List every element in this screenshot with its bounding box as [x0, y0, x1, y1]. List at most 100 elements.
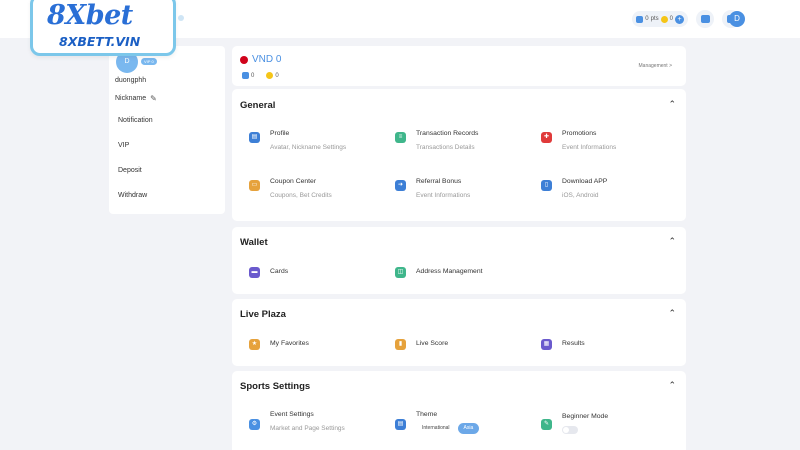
user-avatar-button[interactable]: D — [729, 11, 745, 27]
settings-icon: ⚙ — [249, 419, 260, 430]
item-title: Cards — [270, 268, 289, 275]
nickname-row[interactable]: Nickname ✎ — [115, 94, 157, 103]
logo-text: 8Xbet — [47, 0, 133, 31]
item-title: Referral Bonus — [416, 178, 462, 185]
stat-points-value: 0 — [251, 72, 255, 79]
balance-pill[interactable]: 0 pts 0 + — [632, 11, 688, 27]
chevron-up-icon[interactable]: ⌃ — [668, 380, 676, 391]
item-title: Download APP — [562, 178, 608, 185]
sidebar-item-vip[interactable]: VIP — [118, 142, 129, 149]
profile-icon: ▤ — [249, 132, 260, 143]
sidebar-item-withdraw[interactable]: Withdraw — [118, 192, 147, 199]
coin-icon — [660, 15, 668, 23]
live-plaza-section: Live Plaza ⌃ ★ My Favorites ▮ Live Score… — [232, 299, 686, 366]
balance-card: VND 0 0 0 Management > — [232, 46, 686, 86]
item-title: Event Settings — [270, 411, 314, 418]
item-subtitle: Transactions Details — [416, 144, 475, 151]
item-subtitle: iOS, Android — [562, 192, 599, 199]
beginner-mode-toggle[interactable] — [562, 426, 578, 434]
logo-decoration — [178, 15, 184, 21]
account-sidebar: D VIP 0 duongphh Nickname ✎ Notification… — [109, 46, 225, 214]
phone-icon: ▯ — [541, 180, 552, 191]
item-title: Results — [562, 340, 585, 347]
add-funds-icon[interactable]: + — [675, 14, 684, 24]
chart-icon: ▮ — [395, 339, 406, 350]
theme-option-international[interactable]: International — [416, 423, 456, 434]
section-title-wallet: Wallet — [240, 237, 268, 248]
section-title-live-plaza: Live Plaza — [240, 309, 286, 320]
profile-item[interactable]: ▤ Profile Avatar, Nickname Settings — [249, 130, 346, 151]
item-title: Beginner Mode — [562, 413, 609, 420]
points-icon — [636, 15, 644, 23]
address-icon: ◫ — [395, 267, 406, 278]
vip-badge: VIP 0 — [141, 58, 157, 65]
theme-item: ▤ Theme International Asia — [395, 411, 480, 434]
download-app-item[interactable]: ▯ Download APP iOS, Android — [541, 178, 607, 199]
item-title: Address Management — [416, 268, 483, 275]
brand-logo[interactable]: 8Xbet 8XBETT.VIN — [30, 0, 176, 56]
coupon-center-item[interactable]: ▭ Coupon Center Coupons, Bet Credits — [249, 178, 332, 199]
records-icon: ≡ — [395, 132, 406, 143]
theme-option-asia[interactable]: Asia — [457, 423, 480, 434]
results-item[interactable]: ▦ Results — [541, 337, 585, 350]
stat-points: 0 — [242, 72, 254, 79]
logo-subtext: 8XBETT.VIN — [59, 34, 141, 49]
cards-item[interactable]: ▬ Cards — [249, 265, 288, 278]
beginner-mode-item: ✎ Beginner Mode — [541, 413, 608, 434]
coin-value: 0 — [669, 16, 673, 22]
item-title: Profile — [270, 130, 290, 137]
wallet-top-button[interactable] — [696, 10, 714, 28]
item-title: My Favorites — [270, 340, 309, 347]
small-stats: 0 0 — [242, 72, 279, 79]
nickname-label: Nickname — [115, 95, 147, 102]
coupon-icon: ▭ — [249, 180, 260, 191]
item-title: Theme — [416, 411, 438, 418]
item-subtitle: Avatar, Nickname Settings — [270, 144, 347, 151]
edit-pencil-icon[interactable]: ✎ — [150, 94, 157, 103]
item-subtitle: Event Informations — [562, 144, 617, 151]
section-title-sports-settings: Sports Settings — [240, 381, 311, 392]
coin-small-icon — [266, 72, 274, 79]
my-favorites-item[interactable]: ★ My Favorites — [249, 337, 309, 350]
card-icon: ▬ — [249, 267, 260, 278]
sidebar-item-notification[interactable]: Notification — [118, 117, 153, 124]
stat-coins-value: 0 — [275, 72, 279, 79]
live-score-item[interactable]: ▮ Live Score — [395, 337, 448, 350]
gift-icon: ✚ — [541, 132, 552, 143]
item-subtitle: Market and Page Settings — [270, 425, 345, 432]
wallet-icon — [700, 15, 710, 23]
chevron-up-icon[interactable]: ⌃ — [668, 308, 676, 319]
star-icon: ★ — [249, 339, 260, 350]
wallet-section: Wallet ⌃ ▬ Cards ◫ Address Management — [232, 227, 686, 294]
top-bar-actions: 0 pts 0 + — [632, 10, 740, 28]
share-icon: ➜ — [395, 180, 406, 191]
item-subtitle: Event Informations — [416, 192, 471, 199]
general-section: General ⌃ ▤ Profile Avatar, Nickname Set… — [232, 89, 686, 221]
item-subtitle: Coupons, Bet Credits — [270, 192, 332, 199]
event-settings-item[interactable]: ⚙ Event Settings Market and Page Setting… — [249, 411, 345, 432]
points-unit: pts — [650, 16, 659, 22]
theme-icon: ▤ — [395, 419, 406, 430]
transaction-records-item[interactable]: ≡ Transaction Records Transactions Detai… — [395, 130, 478, 151]
item-title: Coupon Center — [270, 178, 317, 185]
address-management-item[interactable]: ◫ Address Management — [395, 265, 483, 278]
stat-coins: 0 — [266, 72, 279, 79]
username: duongphh — [115, 77, 147, 84]
referral-bonus-item[interactable]: ➜ Referral Bonus Event Informations — [395, 178, 470, 199]
chevron-up-icon[interactable]: ⌃ — [668, 99, 676, 110]
results-icon: ▦ — [541, 339, 552, 350]
item-title: Promotions — [562, 130, 597, 137]
sidebar-item-deposit[interactable]: Deposit — [118, 167, 142, 174]
management-link[interactable]: Management > — [639, 63, 673, 69]
sports-settings-section: Sports Settings ⌃ ⚙ Event Settings Marke… — [232, 371, 686, 450]
section-title-general: General — [240, 100, 276, 111]
points-small-icon — [242, 72, 249, 79]
beginner-icon: ✎ — [541, 419, 552, 430]
promotions-item[interactable]: ✚ Promotions Event Informations — [541, 130, 616, 151]
chevron-up-icon[interactable]: ⌃ — [668, 236, 676, 247]
vnd-flag-icon — [240, 56, 248, 64]
item-title: Live Score — [416, 340, 449, 347]
points-value: 0 — [645, 16, 649, 22]
item-title: Transaction Records — [416, 130, 479, 137]
theme-segmented-control: International Asia — [416, 423, 480, 434]
